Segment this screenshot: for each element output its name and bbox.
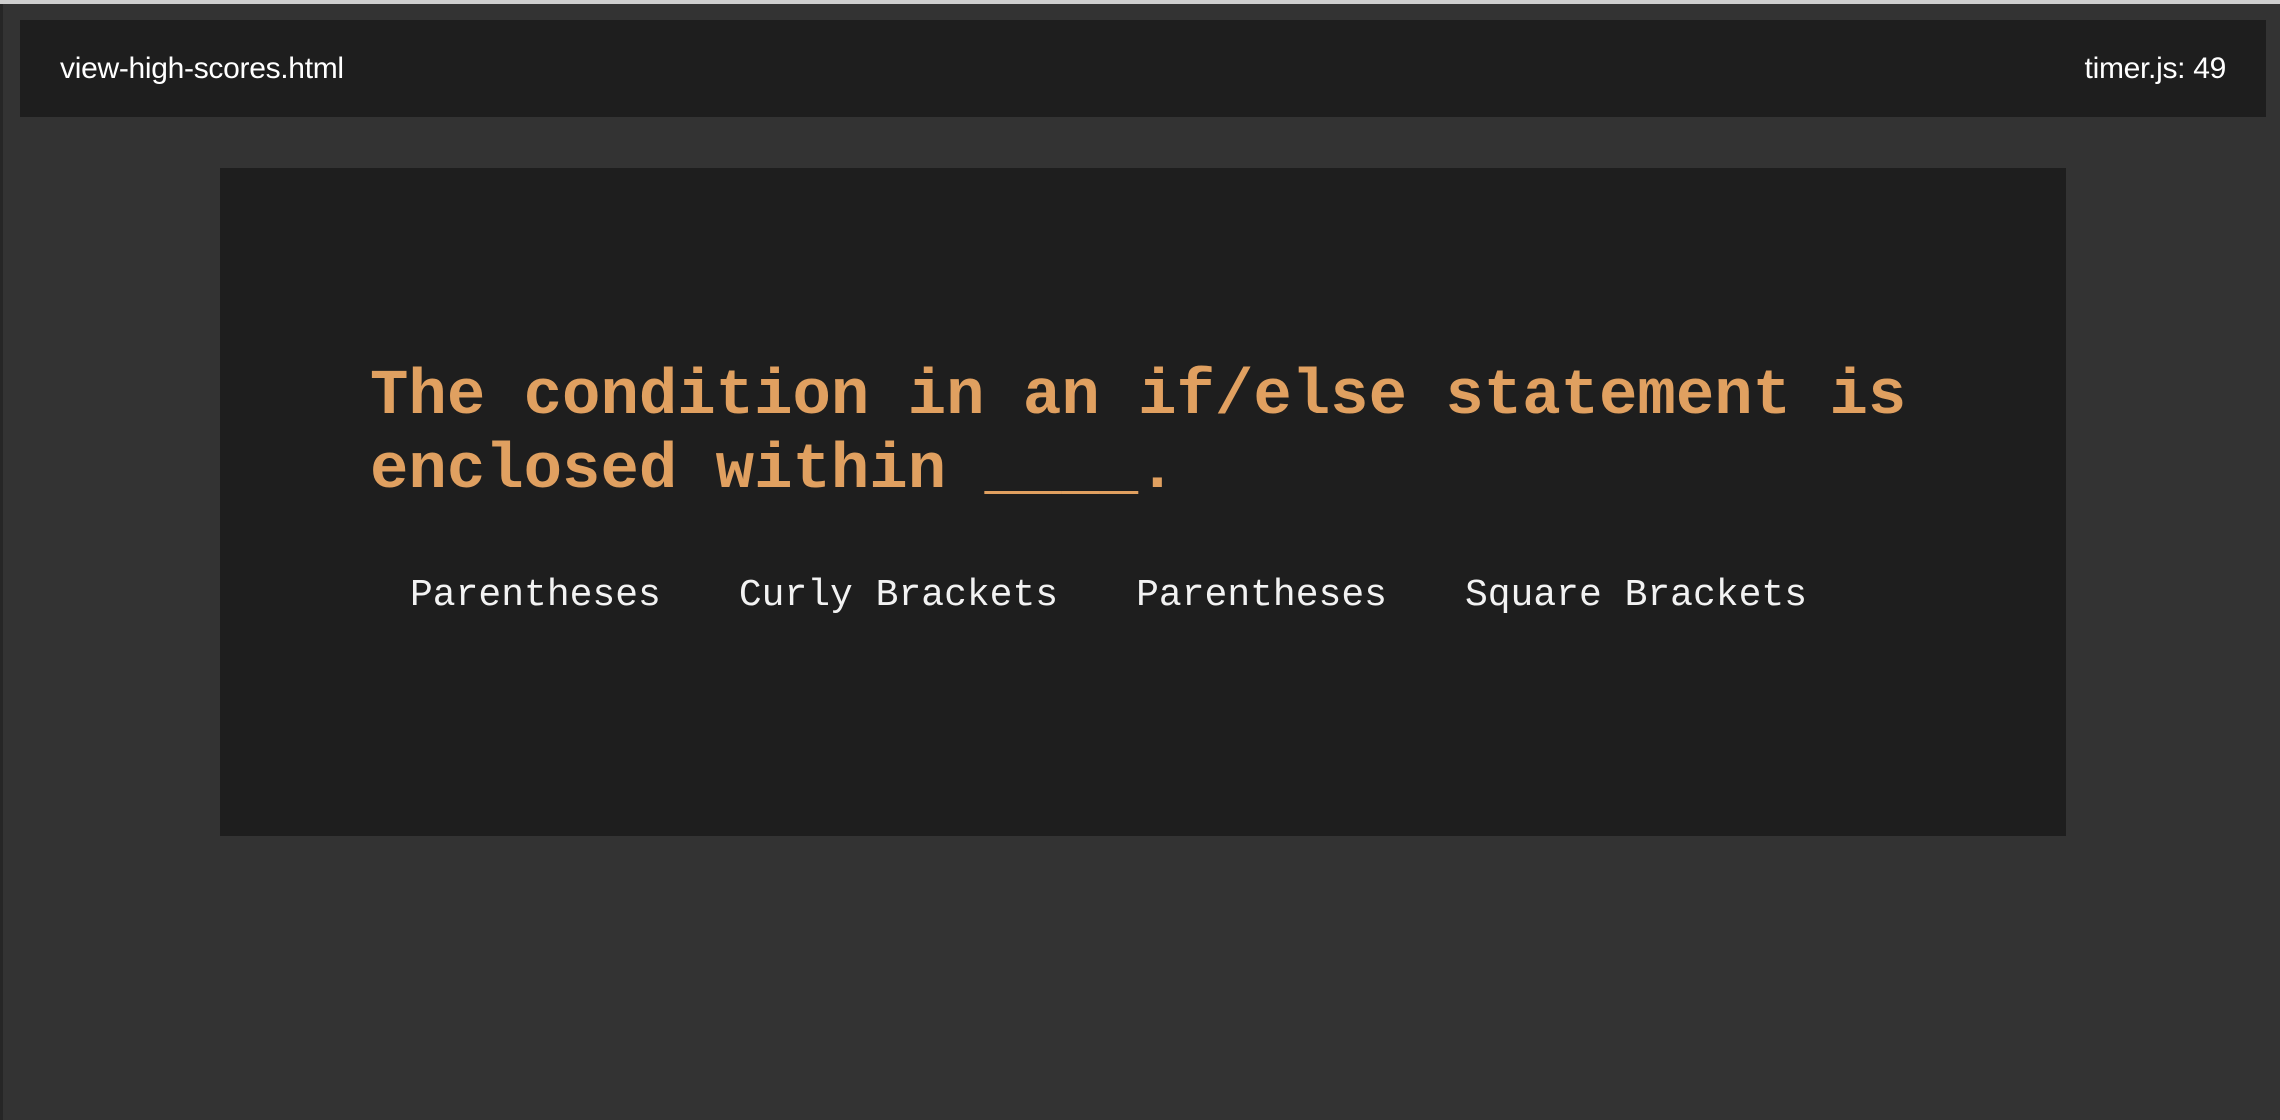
answer-choices: Parentheses Curly Brackets Parentheses S… <box>410 574 1807 617</box>
view-high-scores-link[interactable]: view-high-scores.html <box>60 52 344 86</box>
choice-button-2[interactable]: Curly Brackets <box>739 574 1058 617</box>
window-left-edge <box>0 4 3 1120</box>
choice-button-3[interactable]: Parentheses <box>1136 574 1387 617</box>
quiz-card: The condition in an if/else statement is… <box>220 168 2066 836</box>
page-header: view-high-scores.html timer.js: 49 <box>20 20 2266 117</box>
question-text: The condition in an if/else statement is… <box>370 361 1907 507</box>
window-top-strip <box>0 0 2280 4</box>
choice-button-1[interactable]: Parentheses <box>410 574 661 617</box>
timer-display: timer.js: 49 <box>2084 51 2227 85</box>
choice-button-4[interactable]: Square Brackets <box>1465 574 1807 617</box>
